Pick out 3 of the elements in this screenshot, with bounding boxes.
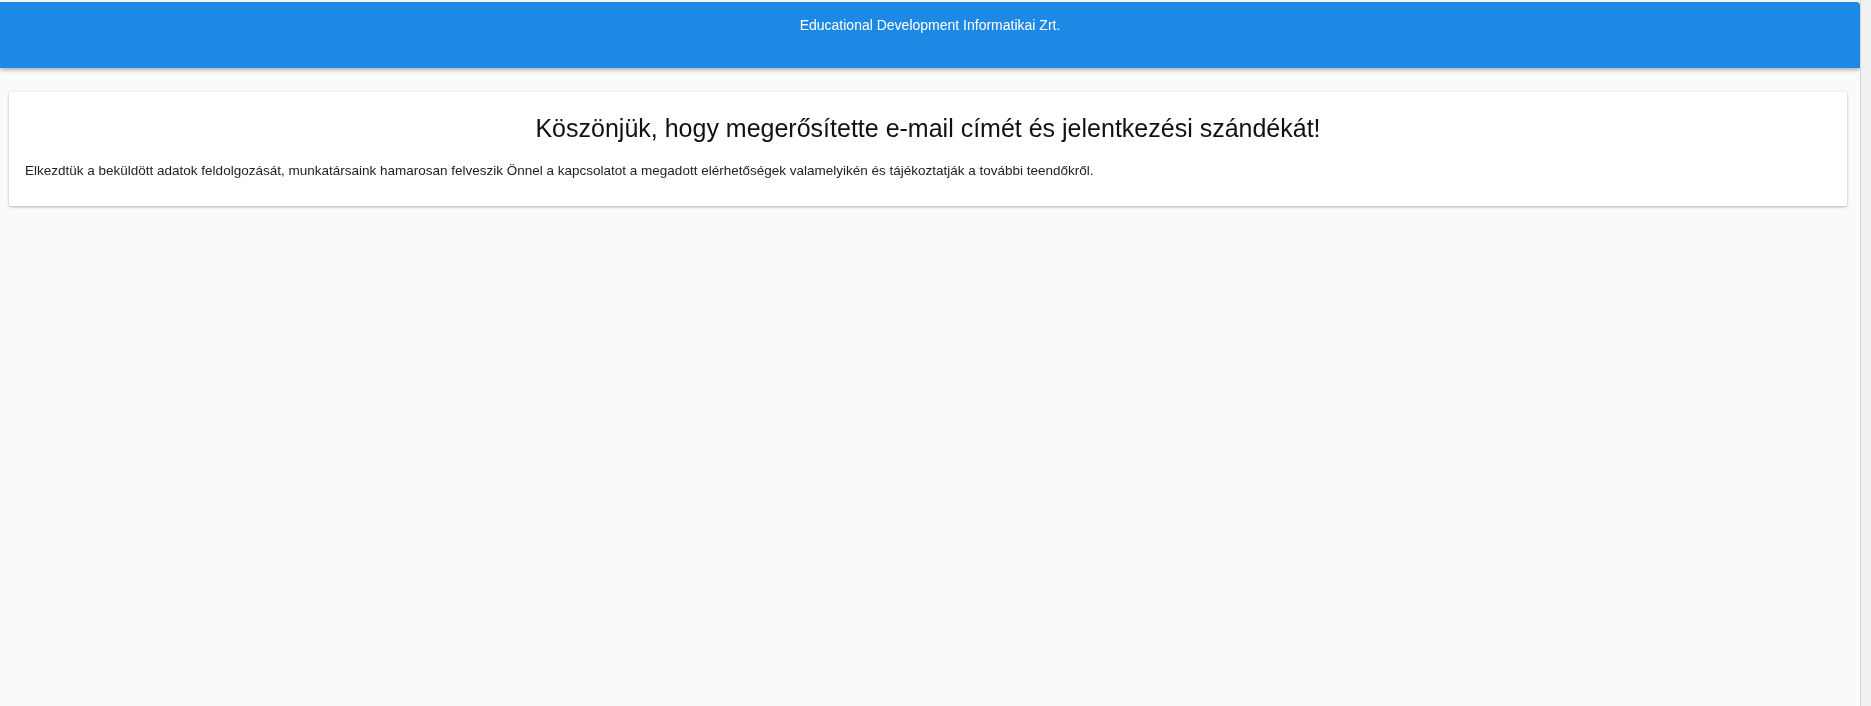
confirmation-heading: Köszönjük, hogy megerősítette e-mail címét és jelentkezési szándékát! bbox=[534, 114, 1322, 143]
header-title: Educational Development Informatikai Zrt. bbox=[799, 17, 1061, 33]
confirmation-message: Elkezdtük a beküldött adatok feldolgozását, munkatársaink hamarosan felveszik Önnel a kapcsolatot a megadott elérhetőségek valamelyikén és tájékoztatják a további teendőkről. bbox=[25, 163, 1095, 178]
